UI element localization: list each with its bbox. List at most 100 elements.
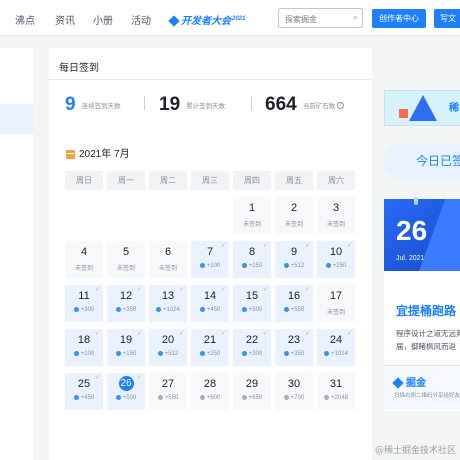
ore-reward: +350: [122, 307, 137, 314]
nav-item-events[interactable]: 活动: [131, 12, 151, 27]
calendar-day-cell[interactable]: 15 +500 ✓: [233, 285, 271, 322]
signed-check-icon: ✓: [304, 287, 310, 293]
calendar-day-cell[interactable]: 5 未签到: [107, 241, 145, 278]
calendar-day-cell[interactable]: 26 +500 ✓: [107, 373, 145, 410]
nav-item-feed[interactable]: 沸点: [15, 12, 35, 27]
fortune-month: Jul. 2021: [396, 255, 425, 262]
calendar-day-cell[interactable]: 16 +550 ✓: [275, 285, 313, 322]
day-number: 31: [329, 378, 343, 390]
day-number: 2: [290, 202, 298, 214]
left-sidebar: [0, 48, 33, 460]
ore-reward: +250: [332, 263, 347, 270]
ore-icon: [199, 307, 205, 312]
divider: [251, 96, 252, 110]
search-icon[interactable]: ⌕: [353, 12, 358, 23]
calendar-day-cell[interactable]: 1 未签到: [233, 197, 271, 234]
stat-streak: 9 连续签到天数: [65, 94, 121, 116]
calendar-day-cell[interactable]: 14 +450 ✓: [191, 285, 229, 322]
ore-icon: [241, 263, 247, 268]
ore-reward: +100: [206, 263, 221, 270]
calendar-day-cell[interactable]: 8 +150 ✓: [233, 241, 271, 278]
calendar-day-cell[interactable]: 3 未签到: [317, 197, 355, 234]
signed-check-icon: ✓: [220, 243, 226, 249]
day-status: +2048: [317, 395, 355, 401]
day-status: +550: [275, 307, 313, 313]
sidebar-item-active[interactable]: [0, 104, 33, 134]
signin-card: 每日签到 9 连续签到天数 19 累计签到天数 664 当前矿石数? 2021年 7月…: [49, 48, 372, 460]
calendar-day-cell[interactable]: 11 +300 ✓: [65, 285, 103, 322]
signed-check-icon: ✓: [220, 331, 226, 337]
calendar-day-cell[interactable]: 31 +2048: [317, 373, 355, 410]
calendar-day-cell[interactable]: 29 +650: [233, 373, 271, 410]
creator-center-button[interactable]: 创作者中心: [372, 9, 426, 28]
signed-check-icon: ✓: [262, 243, 268, 249]
ore-icon: [324, 395, 330, 400]
calendar-day-cell[interactable]: 24 +1024 ✓: [317, 329, 355, 366]
signed-check-icon: ✓: [304, 243, 310, 249]
calendar-day-cell[interactable]: 21 +250 ✓: [191, 329, 229, 366]
calendar-day-cell[interactable]: 17 未签到: [317, 285, 355, 322]
ore-icon: [73, 395, 79, 400]
signed-check-icon: ✓: [178, 331, 184, 337]
stat-ore-value: 664: [265, 94, 297, 115]
calendar-month: 2021年 7月: [79, 149, 130, 160]
calendar-day-cell[interactable]: 30 +700: [275, 373, 313, 410]
ore-icon: [115, 307, 121, 312]
calendar-day-cell[interactable]: 28 +600: [191, 373, 229, 410]
day-status: +350: [107, 307, 145, 313]
day-status: +512: [149, 351, 187, 357]
day-status: +350: [275, 351, 313, 357]
signed-check-icon: ✓: [178, 287, 184, 293]
day-status: +1024: [149, 307, 187, 313]
day-status: +250: [191, 351, 229, 357]
calendar-day-cell[interactable]: 13 +1024 ✓: [149, 285, 187, 322]
calendar-day-cell[interactable]: 25 +450 ✓: [65, 373, 103, 410]
weekday-header: 周一: [107, 171, 145, 190]
nav-item-dev-conference[interactable]: 开发者大会2021: [168, 12, 245, 28]
nav-item-books[interactable]: 小册: [93, 12, 113, 27]
promo-banner[interactable]: 稀: [384, 90, 460, 126]
calendar-day-cell[interactable]: 10 +250 ✓: [317, 241, 355, 278]
stat-total: 19 累计签到天数: [159, 94, 225, 116]
ore-icon: [325, 263, 331, 268]
calendar-day-cell[interactable]: 18 +100 ✓: [65, 329, 103, 366]
day-status: 未签到: [158, 266, 177, 272]
ore-reward: +1024: [331, 351, 348, 358]
search-input[interactable]: [279, 10, 345, 29]
day-status: +300: [233, 351, 271, 357]
ore-icon: [199, 395, 205, 400]
ore-reward: +512: [290, 263, 305, 270]
today-marker: 26: [118, 376, 134, 391]
weekday-header: 周日: [65, 171, 103, 190]
ore-icon: [199, 351, 205, 356]
banner-text: 稀: [449, 103, 459, 114]
calendar-day-cell[interactable]: 4 未签到: [65, 241, 103, 278]
calendar-day-cell[interactable]: 22 +300 ✓: [233, 329, 271, 366]
ore-icon: [241, 307, 247, 312]
ore-icon: [283, 263, 289, 268]
ore-icon: [283, 351, 289, 356]
calendar-day-cell[interactable]: 6 未签到: [149, 241, 187, 278]
calendar-day-cell[interactable]: 20 +512 ✓: [149, 329, 187, 366]
search-box[interactable]: ⌕: [278, 8, 363, 29]
calendar-day-cell[interactable]: 12 +350 ✓: [107, 285, 145, 322]
calendar-day-cell[interactable]: 2 未签到: [275, 197, 313, 234]
calendar-day-cell[interactable]: 9 +512 ✓: [275, 241, 313, 278]
signed-today-button[interactable]: 今日已签: [384, 143, 460, 180]
day-number: 17: [329, 290, 343, 302]
ore-reward: +300: [80, 307, 95, 314]
ore-reward: +1024: [163, 307, 180, 314]
ore-icon: [283, 307, 289, 312]
nav-item-news[interactable]: 资讯: [55, 12, 75, 27]
fortune-title: 宜提桶跑路: [396, 304, 457, 318]
day-number: 5: [122, 246, 130, 258]
day-status: 未签到: [242, 222, 261, 228]
day-status: +500: [233, 307, 271, 313]
help-icon[interactable]: ?: [337, 101, 345, 109]
calendar-day-cell[interactable]: 7 +100 ✓: [191, 241, 229, 278]
write-article-button[interactable]: 写文: [434, 9, 460, 28]
calendar-day-cell[interactable]: 23 +350 ✓: [275, 329, 313, 366]
day-status: +150: [233, 263, 271, 269]
calendar-day-cell[interactable]: 27 +550: [149, 373, 187, 410]
calendar-day-cell[interactable]: 19 +150 ✓: [107, 329, 145, 366]
